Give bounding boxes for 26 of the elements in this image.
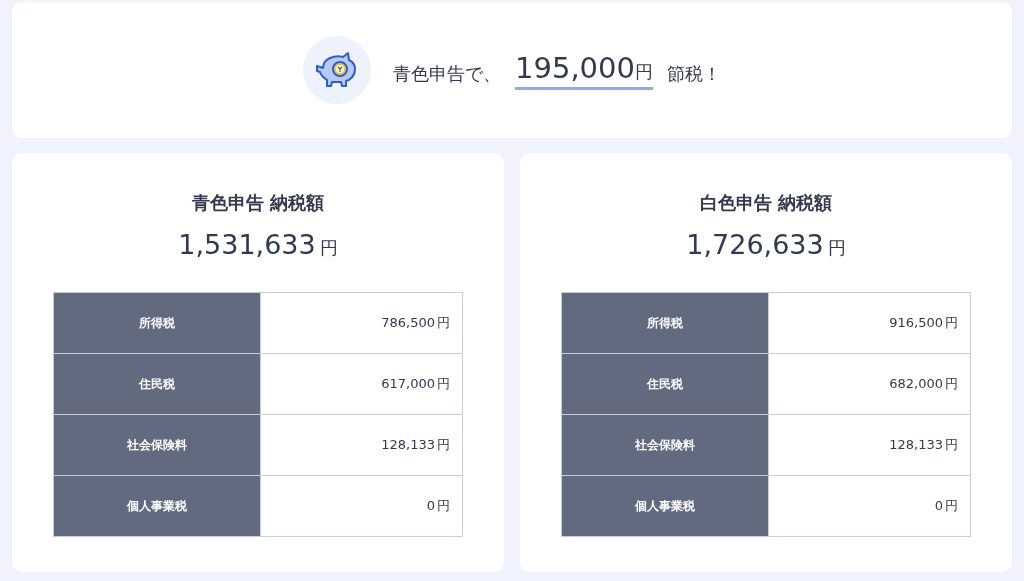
row-header-cell: 個人事業税 [561, 475, 769, 537]
savings-unit: 円 [634, 59, 653, 84]
value-cell: 916,500 円 [768, 292, 971, 354]
row-header-cell: 社会保険料 [561, 414, 769, 476]
card-title: 白色申告 納税額 [699, 191, 833, 215]
savings-tail-text: 節税！ [666, 62, 721, 86]
row-header-cell: 住民税 [561, 353, 769, 415]
value-cell: 682,000 円 [768, 353, 971, 415]
savings-lead-text: 青色申告で、 [393, 62, 502, 86]
value-cell: 0 円 [260, 475, 463, 537]
row-header-cell: 所得税 [561, 292, 769, 354]
row-header-cell: 所得税 [53, 292, 261, 354]
row-header-cell: 住民税 [53, 353, 261, 415]
total-unit: 円 [827, 236, 846, 260]
value-cell: 617,000 円 [260, 353, 463, 415]
row-header-cell: 個人事業税 [53, 475, 261, 537]
total-amount: 1,531,633 [178, 229, 316, 260]
value-cell: 0 円 [768, 475, 971, 537]
value-cell: 128,133 円 [768, 414, 971, 476]
savings-amount: 195,000 [515, 50, 635, 85]
total-amount: 1,726,633 [686, 229, 824, 260]
total-unit: 円 [319, 236, 338, 260]
value-cell: 128,133 円 [260, 414, 463, 476]
card-title: 青色申告 納税額 [191, 191, 325, 215]
value-cell: 786,500 円 [260, 292, 463, 354]
row-header-cell: 社会保険料 [53, 414, 261, 476]
